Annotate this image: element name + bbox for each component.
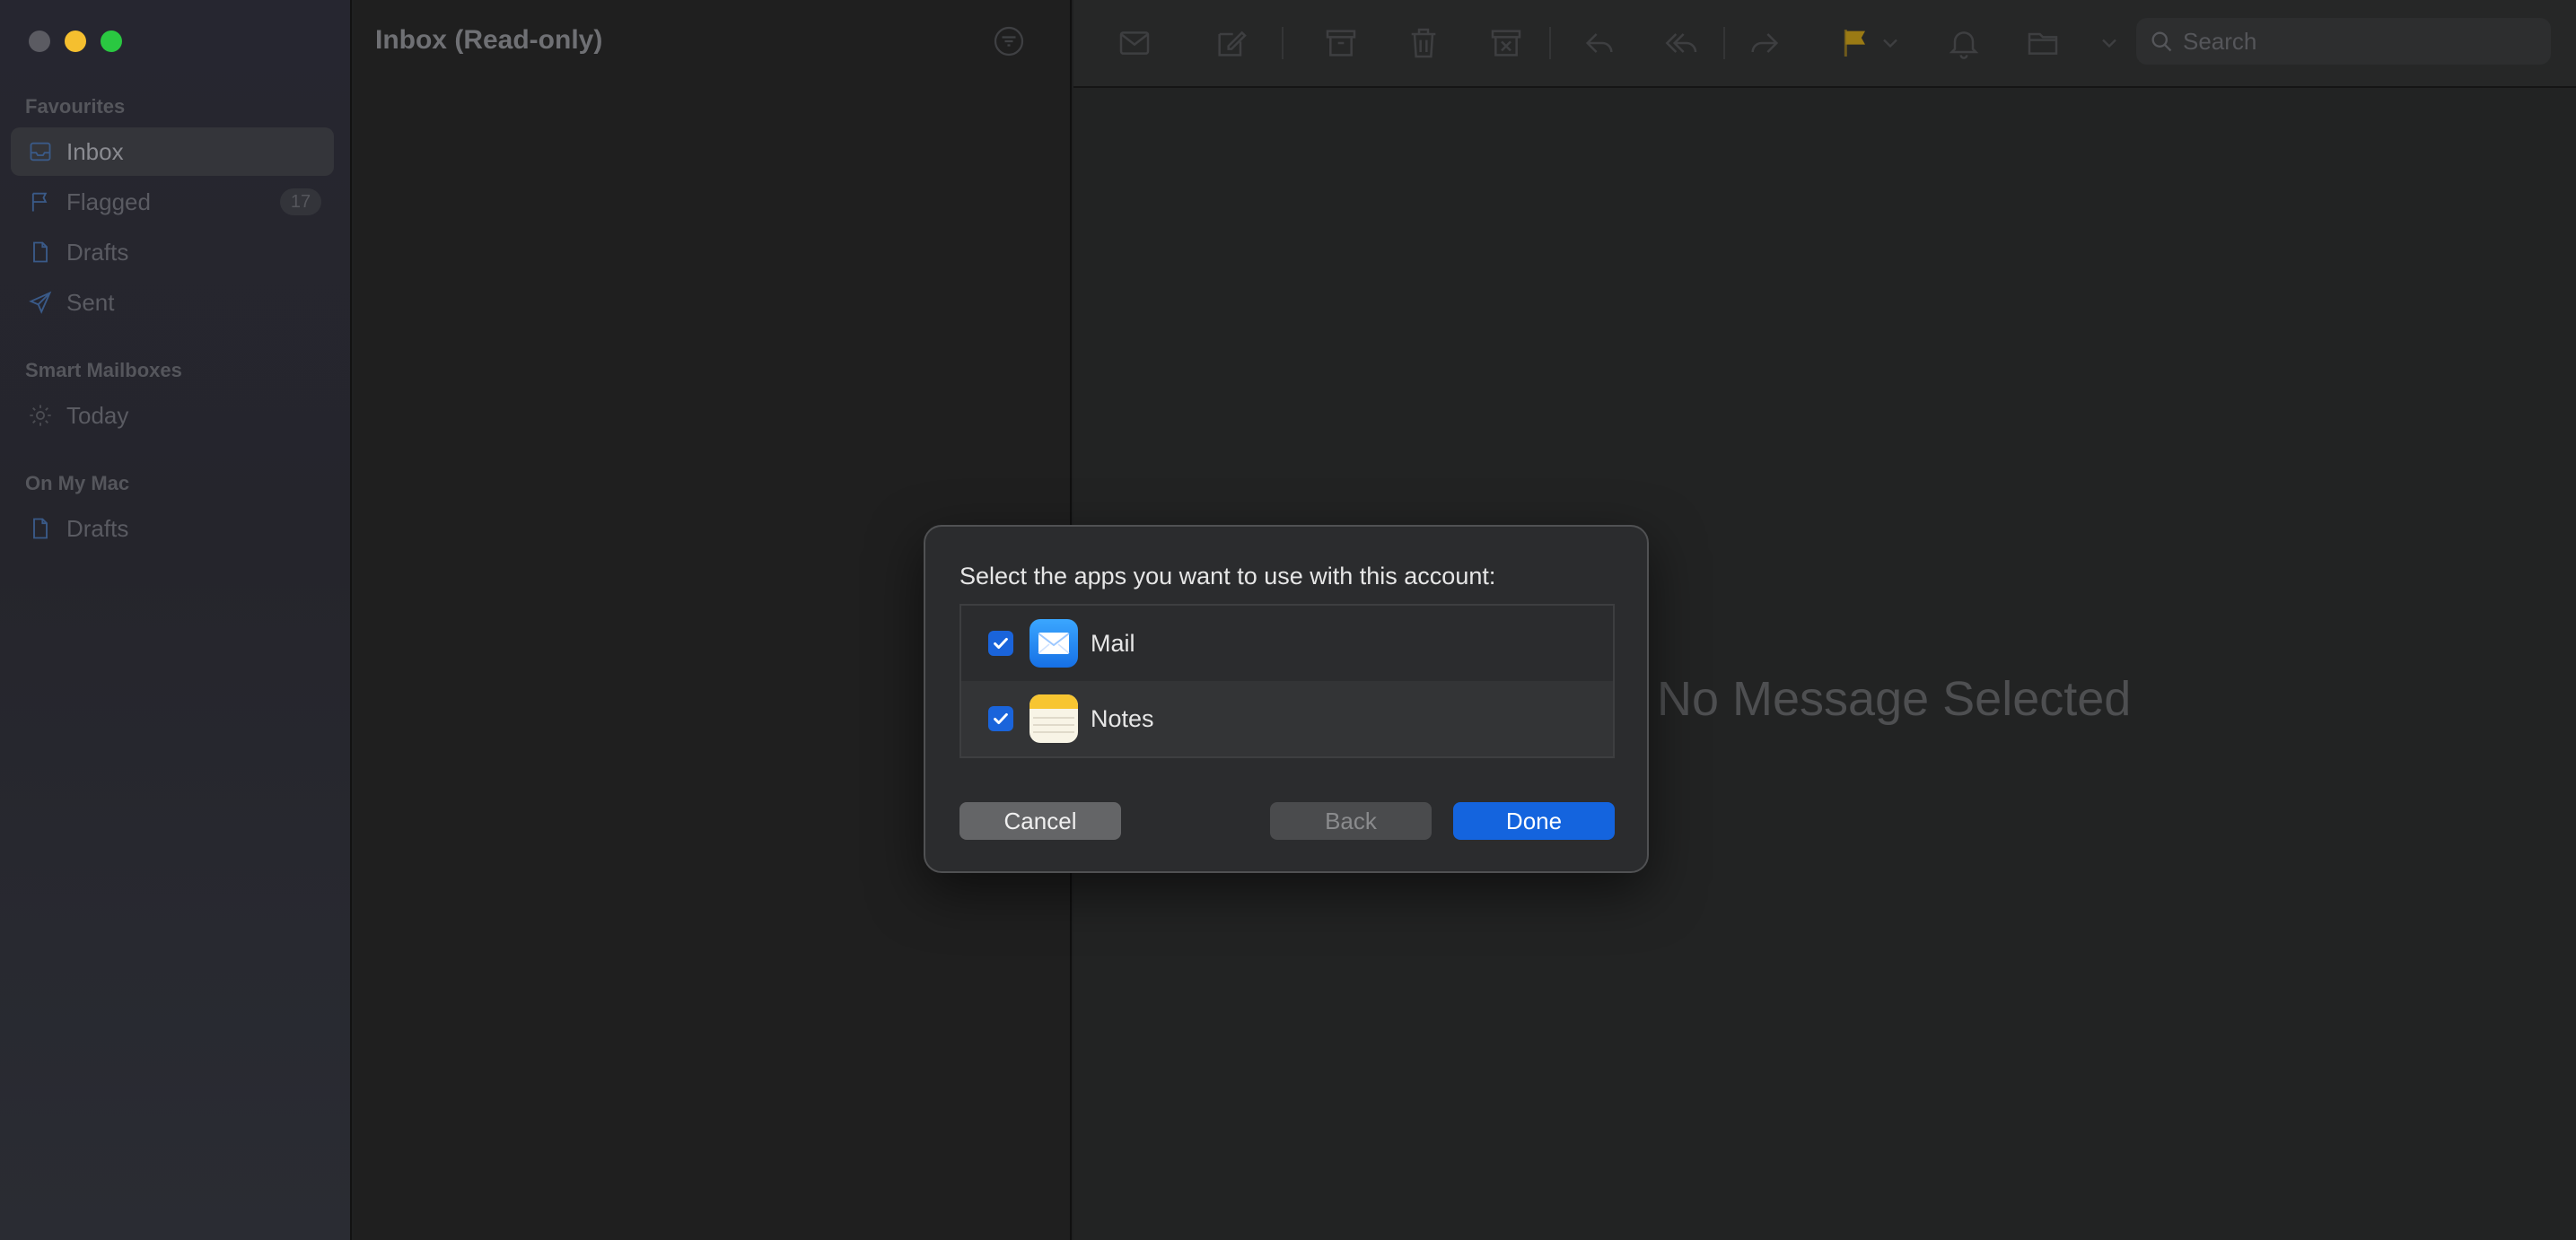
filter-icon[interactable] [993, 25, 1025, 57]
sidebar-item-label: Drafts [66, 514, 129, 542]
flagged-count-badge: 17 [280, 188, 321, 215]
toolbar-separator [1549, 27, 1551, 59]
sidebar-item-inbox[interactable]: Inbox [11, 127, 334, 176]
chevron-down-icon[interactable] [1878, 23, 1903, 63]
sidebar-item-local-drafts[interactable]: Drafts [11, 504, 334, 553]
search-field[interactable] [2136, 18, 2551, 65]
gear-icon [27, 402, 54, 429]
mail-checkbox[interactable] [988, 631, 1013, 656]
document-icon [27, 515, 54, 542]
toolbar-separator [1282, 27, 1284, 59]
mailbox-title: Inbox (Read-only) [375, 25, 603, 55]
sidebar-item-label: Inbox [66, 137, 124, 165]
sidebar-item-label: Drafts [66, 238, 129, 266]
junk-icon[interactable] [1486, 23, 1526, 63]
reply-icon[interactable] [1580, 23, 1619, 63]
no-message-selected-text: No Message Selected [1657, 672, 2132, 726]
toolbar-separator [1723, 27, 1725, 59]
window-maximize-button[interactable] [101, 31, 122, 52]
back-button[interactable]: Back [1270, 802, 1432, 840]
app-row-notes[interactable]: Notes [961, 681, 1613, 756]
flag-icon [27, 188, 54, 215]
cancel-button[interactable]: Cancel [959, 802, 1121, 840]
flag-icon[interactable] [1836, 23, 1876, 63]
dialog-prompt: Select the apps you want to use with thi… [959, 563, 1496, 589]
window-close-button[interactable] [29, 31, 50, 52]
sidebar-item-drafts[interactable]: Drafts [11, 228, 334, 276]
trash-icon[interactable] [1404, 23, 1443, 63]
app-list: Mail Notes [959, 604, 1615, 758]
app-name-label: Notes [1091, 704, 1154, 732]
forward-icon[interactable] [1745, 23, 1784, 63]
archive-icon[interactable] [1321, 23, 1361, 63]
paper-plane-icon [27, 289, 54, 316]
reply-all-icon[interactable] [1662, 23, 1702, 63]
checkmark-icon [994, 712, 1008, 725]
sidebar-item-label: Today [66, 401, 129, 429]
sidebar-item-sent[interactable]: Sent [11, 278, 334, 327]
notes-app-icon [1030, 694, 1078, 743]
window-minimize-button[interactable] [65, 31, 86, 52]
chevron-down-icon[interactable] [2097, 23, 2122, 63]
bell-icon[interactable] [1944, 23, 1984, 63]
sidebar: Favourites Inbox Flagged 17 Drafts Sent … [0, 0, 352, 1240]
account-apps-dialog: Select the apps you want to use with thi… [924, 525, 1649, 873]
document-icon [27, 239, 54, 266]
inbox-icon [27, 138, 54, 165]
done-button[interactable]: Done [1453, 802, 1615, 840]
app-row-mail[interactable]: Mail [961, 606, 1613, 681]
sidebar-item-label: Flagged [66, 188, 151, 215]
move-to-folder-icon[interactable] [2023, 23, 2063, 63]
section-header-on-my-mac: On My Mac [25, 472, 130, 494]
get-mail-icon[interactable] [1115, 23, 1154, 63]
notes-checkbox[interactable] [988, 706, 1013, 731]
mail-app-icon [1030, 619, 1078, 668]
app-name-label: Mail [1091, 629, 1135, 657]
search-input[interactable] [2183, 27, 2524, 56]
checkmark-icon [994, 637, 1008, 650]
sidebar-item-flagged[interactable]: Flagged 17 [11, 178, 334, 226]
section-header-smart-mailboxes: Smart Mailboxes [25, 359, 182, 381]
section-header-favourites: Favourites [25, 95, 126, 118]
search-icon [2151, 31, 2172, 52]
compose-icon[interactable] [1212, 23, 1251, 63]
sidebar-item-label: Sent [66, 288, 115, 316]
toolbar [1073, 0, 2576, 88]
sidebar-item-today[interactable]: Today [11, 391, 334, 440]
